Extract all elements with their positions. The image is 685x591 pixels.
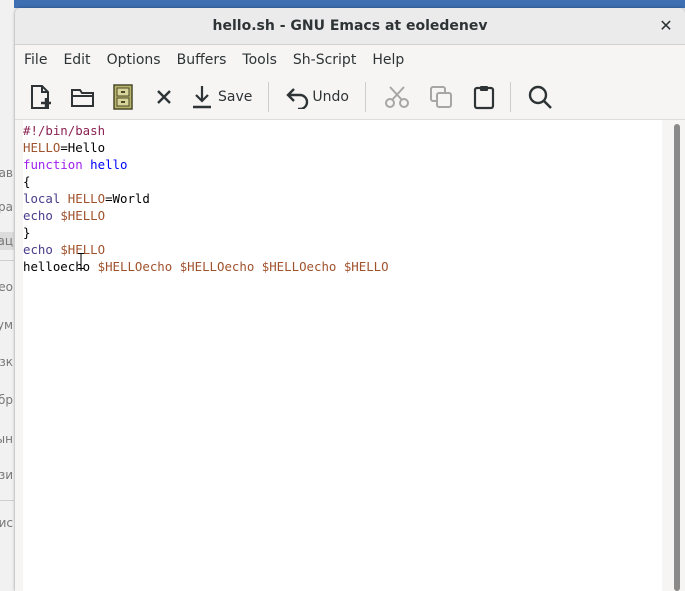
paste-icon	[473, 85, 495, 109]
menu-tools[interactable]: Tools	[242, 52, 277, 68]
kill-buffer-button[interactable]	[154, 80, 184, 114]
new-file-button[interactable]	[27, 80, 57, 114]
code-token: #!/bin/bash	[23, 123, 106, 138]
code-token: $HELLOecho	[179, 259, 255, 274]
code-token: hello	[90, 157, 128, 172]
code-token: $HELLOecho	[261, 259, 337, 274]
background-sidebar-divider	[0, 260, 14, 261]
background-app-header	[0, 0, 685, 8]
mouse-ibeam-cursor	[78, 253, 84, 269]
code-token: {	[23, 174, 31, 189]
code-token: HELLO	[67, 191, 106, 206]
open-folder-icon	[71, 88, 94, 107]
editor-buffer[interactable]: #!/bin/bash HELLO=Hello function hello{loc…	[23, 120, 662, 591]
code-token: $HELLOecho	[97, 259, 173, 274]
save-label: Save	[218, 88, 253, 105]
code-line[interactable]: #!/bin/bash	[23, 122, 389, 139]
code-line[interactable]: HELLO=Hello	[23, 139, 389, 156]
undo-label: Undo	[312, 88, 349, 105]
code-line[interactable]: local HELLO=World	[23, 190, 389, 207]
code-token: echo	[23, 242, 53, 257]
code-token: $HELLO	[60, 208, 106, 223]
open-file-button[interactable]	[70, 80, 100, 114]
copy-icon	[429, 85, 452, 108]
new-file-icon	[31, 84, 51, 109]
code-token: function	[23, 157, 83, 172]
code-line[interactable]: function hello	[23, 156, 389, 173]
copy-button[interactable]	[428, 80, 458, 114]
save-button[interactable]: Save	[190, 80, 252, 114]
scrollbar-thumb[interactable]	[674, 124, 680, 591]
toolbar-separator	[268, 81, 270, 112]
window-title: hello.sh - GNU Emacs at eoledenev	[212, 18, 488, 34]
menu-bar: File Edit Options Buffers Tools Sh-Scrip…	[15, 45, 685, 74]
search-button[interactable]	[527, 80, 557, 114]
undo-button[interactable]: Undo	[285, 80, 349, 114]
dired-button[interactable]	[112, 80, 142, 114]
close-icon[interactable]: ✕	[657, 17, 675, 35]
toolbar-separator	[509, 81, 511, 112]
menu-edit[interactable]: Edit	[63, 52, 90, 68]
cut-icon	[384, 85, 409, 108]
emacs-window: hello.sh - GNU Emacs at eoledenev ✕ File…	[15, 8, 685, 591]
code-token: =World	[105, 191, 150, 206]
title-bar[interactable]: hello.sh - GNU Emacs at eoledenev ✕	[15, 8, 685, 45]
paste-button[interactable]	[472, 80, 502, 114]
search-icon	[528, 85, 552, 109]
background-sidebar-item: бр	[0, 393, 13, 407]
menu-sh-script[interactable]: Sh-Script	[293, 52, 356, 68]
cut-button[interactable]	[384, 80, 414, 114]
background-app-sidebar: ав ра ац ео ум рузк бр ын зи гис	[0, 0, 14, 591]
code-token: $HELLO	[343, 259, 389, 274]
menu-file[interactable]: File	[24, 52, 47, 68]
file-cabinet-icon	[113, 83, 133, 110]
background-sidebar-item: зи	[0, 468, 13, 482]
toolbar: Save Undo	[15, 74, 685, 120]
code-token: HELLO	[23, 140, 61, 155]
code-token: }	[23, 225, 31, 240]
code-line[interactable]: {	[23, 173, 389, 190]
toolbar-separator	[364, 81, 366, 112]
code-token: =Hello	[60, 140, 106, 155]
background-sidebar-item: ум	[0, 318, 13, 332]
code-token: local	[23, 191, 61, 206]
vertical-scrollbar[interactable]	[669, 120, 685, 591]
background-sidebar-item: гис	[0, 516, 13, 530]
code-line[interactable]: }	[23, 224, 389, 241]
undo-icon	[286, 87, 309, 109]
menu-help[interactable]: Help	[372, 52, 404, 68]
code-token: helloecho	[23, 259, 98, 274]
background-sidebar-item: ав	[0, 166, 13, 180]
menu-options[interactable]: Options	[107, 52, 161, 68]
background-sidebar-divider	[0, 500, 14, 501]
close-icon	[157, 89, 171, 104]
menu-buffers[interactable]: Buffers	[177, 52, 227, 68]
background-sidebar-item: ац	[0, 232, 14, 250]
code-token: echo	[23, 208, 53, 223]
background-sidebar-item: ео	[0, 280, 13, 294]
background-sidebar-item: ра	[0, 200, 13, 214]
background-sidebar-item: рузк	[0, 355, 13, 369]
save-icon	[193, 85, 211, 108]
background-sidebar-item: ын	[0, 432, 13, 446]
code-line[interactable]: echo $HELLO	[23, 207, 389, 224]
